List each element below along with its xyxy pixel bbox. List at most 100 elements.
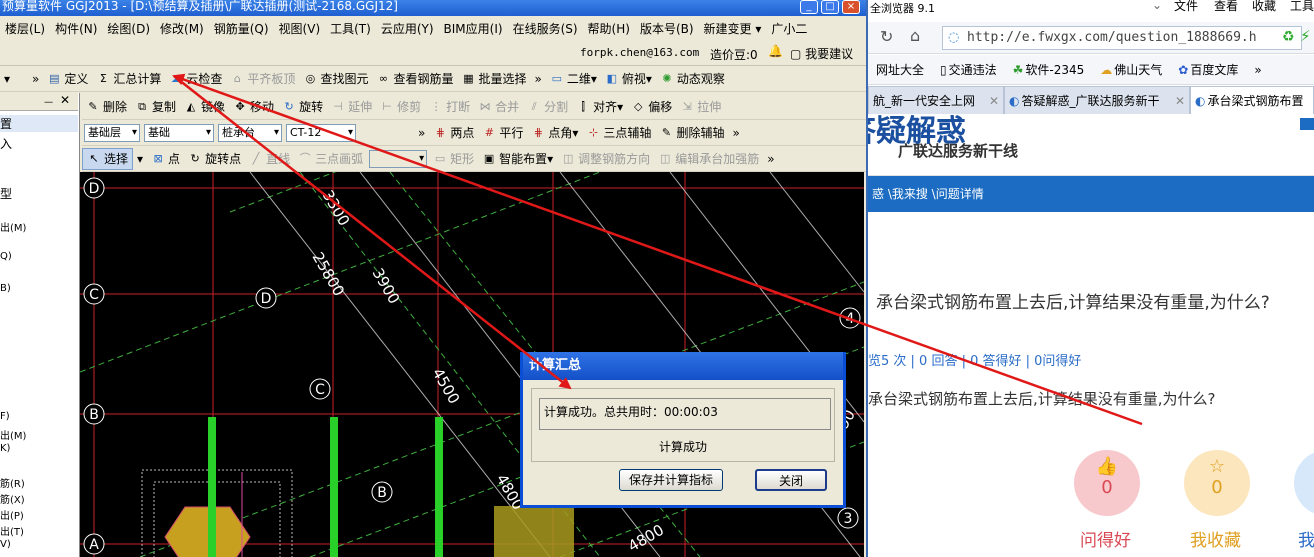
url-input[interactable]: http://e.fwxgx.com/question_1888669.h (942, 26, 1302, 50)
menu-draw[interactable]: 绘图(D) (102, 20, 155, 37)
dialog-close-button[interactable]: 关闭 (755, 469, 827, 491)
tab-close-icon[interactable]: ✕ (1175, 94, 1185, 108)
more-favorites-chevron[interactable]: » (1246, 63, 1269, 77)
arc-mode-select[interactable] (369, 149, 428, 168)
view-2d-dropdown[interactable]: ▭ 二维 ▾ (546, 68, 601, 90)
fav-item[interactable]: ☁ 佛山天气 (1092, 61, 1170, 78)
menu-new-change[interactable]: 新建变更 ▾ (699, 20, 767, 37)
left-panel-item[interactable]: 出(M) (0, 427, 26, 442)
menu-tools-b[interactable]: 工具 (1290, 0, 1314, 14)
suggest-button[interactable]: ▢ 我要建议 (790, 45, 853, 62)
arc-button[interactable]: ⌒ 三点画弧 (294, 148, 367, 170)
left-panel-item[interactable]: Q) (0, 251, 12, 262)
menu-bim[interactable]: BIM应用(I) (439, 20, 508, 37)
fav-item[interactable]: 网址大全 (868, 61, 932, 78)
merge-button[interactable]: ⋈ 合并 (474, 96, 523, 118)
lightning-icon[interactable]: ⚡ (1300, 27, 1311, 45)
category-select[interactable]: 基础 (144, 123, 214, 142)
left-panel-item[interactable]: 入 (0, 135, 12, 152)
top-view-dropdown[interactable]: ◧ 俯视 ▾ (601, 68, 656, 90)
layer-select[interactable]: 基础层 (84, 123, 140, 142)
left-panel-item[interactable]: V) (0, 539, 11, 550)
select-dropdown[interactable]: ▾ (133, 148, 147, 170)
reload-green-icon[interactable]: ♻ (1282, 29, 1295, 45)
minimize-button[interactable]: _ (800, 0, 818, 14)
three-point-aux-button[interactable]: ⊹ 三点辅轴 (582, 122, 655, 144)
overflow-chevron-4[interactable]: » (728, 122, 743, 144)
like-circle[interactable]: 👍 0 (1074, 450, 1140, 516)
third-circle[interactable] (1294, 450, 1314, 516)
fav-item[interactable]: ☘ 软件-2345 (1005, 61, 1093, 78)
third-label[interactable]: 我 (1298, 526, 1314, 551)
rotate-point-button[interactable]: ↻ 旋转点 (184, 148, 245, 170)
left-panel-item[interactable]: B) (0, 283, 11, 294)
user-email[interactable]: forpk.chen@163.com (580, 46, 699, 59)
home-icon[interactable]: ⌂ (910, 26, 920, 45)
level-slab-button[interactable]: ⌂ 平齐板顶 (226, 68, 299, 90)
menu-version[interactable]: 版本号(B) (635, 20, 699, 37)
left-panel-item[interactable]: F) (0, 411, 10, 422)
rotate-button[interactable]: ↻ 旋转 (278, 96, 327, 118)
toolbar-dropdown[interactable]: ▾ (0, 68, 14, 90)
select-button[interactable]: ↖ 选择 (82, 147, 134, 170)
component-select[interactable]: 桩承台 (218, 123, 282, 142)
left-panel-item[interactable]: 型 (0, 185, 12, 202)
move-button[interactable]: ✥ 移动 (229, 96, 278, 118)
align-button[interactable]: ⫿ 对齐 ▾ (572, 96, 627, 118)
left-panel-item[interactable]: 出(T) (0, 523, 24, 538)
extend-button[interactable]: ⊣ 延伸 (327, 96, 376, 118)
point-angle-button[interactable]: ⋕ 点角 ▾ (527, 122, 582, 144)
panel-close-icon[interactable]: ✕ (60, 93, 70, 107)
overflow-chevron-5[interactable]: » (763, 148, 778, 170)
menu-online[interactable]: 在线服务(S) (508, 20, 583, 37)
break-button[interactable]: ⋮ 打断 (425, 96, 474, 118)
offset-button[interactable]: ◇ 偏移 (627, 96, 676, 118)
parallel-button[interactable]: # 平行 (478, 122, 527, 144)
collect-label[interactable]: 我收藏 (1190, 526, 1241, 551)
menu-file[interactable]: 文件 (1174, 0, 1198, 14)
left-panel-item[interactable]: K) (0, 443, 10, 454)
menu-component[interactable]: 构件(N) (50, 20, 102, 37)
line-button[interactable]: ╱ 直线 (245, 148, 294, 170)
bell-icon[interactable]: 🔔 (768, 44, 783, 58)
edit-cap-rebar-button[interactable]: ◫ 编辑承台加强筋 (654, 148, 763, 170)
dropdown-chevron-icon[interactable]: ⌄ (1152, 0, 1162, 12)
tab-close-icon[interactable]: ✕ (989, 94, 999, 108)
define-button[interactable]: ▤ 定义 (43, 68, 92, 90)
pin-icon[interactable]: ᅳ (44, 94, 53, 109)
find-element-button[interactable]: ◎ 查找图元 (299, 68, 372, 90)
menu-help[interactable]: 帮助(H) (583, 20, 635, 37)
browser-tab[interactable]: ◐ 答疑解惑_广联达服务新干 ✕ (1004, 86, 1190, 114)
menu-floor[interactable]: 楼层(L) (0, 20, 50, 37)
collect-circle[interactable]: ☆ 0 (1184, 450, 1250, 516)
menu-assistant[interactable]: 广小二 (766, 20, 812, 37)
view-rebar-button[interactable]: ∞ 查看钢筋量 (372, 68, 457, 90)
close-window-button[interactable]: × (842, 0, 860, 14)
menu-cloud[interactable]: 云应用(Y) (376, 20, 439, 37)
left-panel-item[interactable]: 出(M) (0, 219, 26, 234)
fav-item[interactable]: ▯ 交通违法 (932, 61, 1005, 78)
delete-button[interactable]: ✎ 删除 (82, 96, 131, 118)
menu-view[interactable]: 视图(V) (274, 20, 326, 37)
maximize-button[interactable]: □ (821, 0, 839, 14)
overflow-chevron[interactable]: » (28, 68, 43, 90)
fav-item[interactable]: ✿ 百度文库 (1170, 61, 1246, 78)
point-button[interactable]: ⊠ 点 (147, 148, 184, 170)
copy-button[interactable]: ⧉ 复制 (131, 96, 180, 118)
stretch-button[interactable]: ⇲ 拉伸 (676, 96, 725, 118)
name-select[interactable]: CT-12 (286, 123, 356, 142)
overflow-chevron-3[interactable]: » (414, 122, 429, 144)
trim-button[interactable]: ⊢ 修剪 (376, 96, 425, 118)
dynamic-view-button[interactable]: ✺ 动态观察 (656, 68, 729, 90)
like-label[interactable]: 问得好 (1080, 526, 1131, 551)
menu-view-b[interactable]: 查看 (1214, 0, 1238, 14)
cloud-check-button[interactable]: ☁ 云检查 (165, 68, 226, 90)
refresh-icon[interactable]: ↻ (880, 27, 893, 46)
left-panel-item[interactable]: 置 (0, 115, 78, 132)
left-panel-item[interactable]: 筋(R) (0, 475, 25, 490)
menu-favorites[interactable]: 收藏 (1252, 0, 1276, 14)
sum-calc-button[interactable]: Σ 汇总计算 (92, 68, 165, 90)
batch-select-button[interactable]: ▦ 批量选择 (457, 68, 530, 90)
adjust-dir-button[interactable]: ◫ 调整钢筋方向 (557, 148, 654, 170)
mirror-button[interactable]: ◭ 镜像 (180, 96, 229, 118)
